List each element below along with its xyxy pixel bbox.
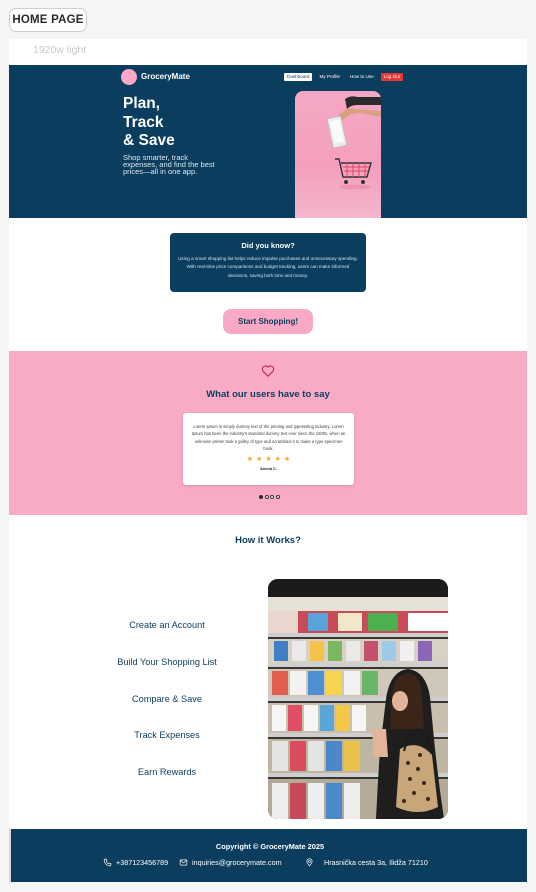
- nav-how-to-use[interactable]: How to Use: [347, 73, 377, 81]
- email-address[interactable]: inquiries@grocerymate.com: [192, 858, 282, 867]
- footer-address: Hrasnička cesta 3a, Ilidža 71210: [305, 858, 428, 867]
- hero-section: GroceryMate Dashboard My Profile How to …: [9, 65, 527, 218]
- brand-name[interactable]: GroceryMate: [141, 72, 190, 81]
- page-frame: 1920w light GroceryMate Dashboard My Pro…: [9, 39, 527, 882]
- hero-title-line: Track: [123, 113, 164, 131]
- step-compare-save: Compare & Save: [132, 694, 202, 704]
- hero-subtitle: Shop smarter, track expenses, and find t…: [123, 153, 215, 176]
- phone-icon: [103, 858, 112, 867]
- step-build-list: Build Your Shopping List: [117, 657, 217, 667]
- testimonial-card: Lorem Ipsum is simply dummy text of the …: [183, 413, 354, 485]
- footer-copyright: Copyright © GroceryMate 2025: [215, 842, 325, 851]
- step-earn-rewards: Earn Rewards: [137, 767, 197, 777]
- did-you-know-body: Using a smart shopping list helps reduce…: [178, 256, 358, 278]
- logout-button[interactable]: Log Out: [380, 73, 404, 81]
- carousel-dots: [259, 495, 280, 499]
- carousel-dot[interactable]: [259, 495, 263, 499]
- site-footer: Copyright © GroceryMate 2025 +3871234567…: [9, 829, 527, 882]
- footer-phone[interactable]: +387123456789: [103, 858, 168, 867]
- carousel-dot[interactable]: [275, 495, 280, 499]
- testimonial-author: Amela C.: [259, 465, 278, 471]
- did-you-know-card: Did you know? Using a smart shopping lis…: [170, 233, 366, 292]
- heart-icon: [261, 365, 275, 377]
- rating-stars: ★ ★ ★ ★ ★: [191, 455, 346, 464]
- mail-icon: [179, 859, 188, 866]
- star-icon: ★: [283, 455, 291, 463]
- phone-number[interactable]: +387123456789: [116, 858, 168, 867]
- shopper-illustration: [268, 579, 448, 819]
- hero-title: Plan, Track & Save: [123, 95, 175, 151]
- page-tag: HOME PAGE: [9, 8, 87, 32]
- testimonial-quote: Lorem Ipsum is simply dummy text of the …: [191, 424, 346, 452]
- carousel-dot[interactable]: [264, 495, 269, 499]
- supermarket-photo: [268, 579, 448, 819]
- phone-cart-illustration: [327, 91, 381, 190]
- star-icon: ★: [256, 455, 263, 463]
- testimonials-title: What our users have to say: [206, 389, 330, 400]
- step-create-account: Create an Account: [129, 620, 205, 630]
- hero-title-line: Plan,: [123, 95, 161, 112]
- logo-icon[interactable]: [121, 69, 137, 85]
- start-shopping-button[interactable]: Start Shopping!: [223, 309, 313, 334]
- hero-image: [295, 91, 381, 218]
- nav-my-profile[interactable]: My Profile: [316, 73, 342, 81]
- main-nav: Dashboard My Profile How to Use Log Out: [284, 73, 404, 81]
- address-text: Hrasnička cesta 3a, Ilidža 71210: [324, 858, 428, 867]
- star-icon: ★: [274, 455, 281, 463]
- how-it-works-title: How it Works?: [235, 535, 301, 546]
- carousel-dot[interactable]: [270, 495, 274, 499]
- location-icon: [306, 858, 313, 867]
- nav-dashboard[interactable]: Dashboard: [284, 73, 313, 81]
- star-icon: ★: [246, 455, 254, 463]
- testimonials-section: What our users have to say Lorem Ipsum i…: [9, 351, 527, 515]
- hero-title-line: & Save: [123, 132, 175, 149]
- step-track-expenses: Track Expenses: [134, 730, 200, 740]
- frame-label: 1920w light: [33, 44, 87, 56]
- footer-email[interactable]: inquiries@grocerymate.com: [179, 858, 282, 867]
- star-icon: ★: [265, 455, 272, 463]
- did-you-know-title: Did you know?: [241, 241, 295, 250]
